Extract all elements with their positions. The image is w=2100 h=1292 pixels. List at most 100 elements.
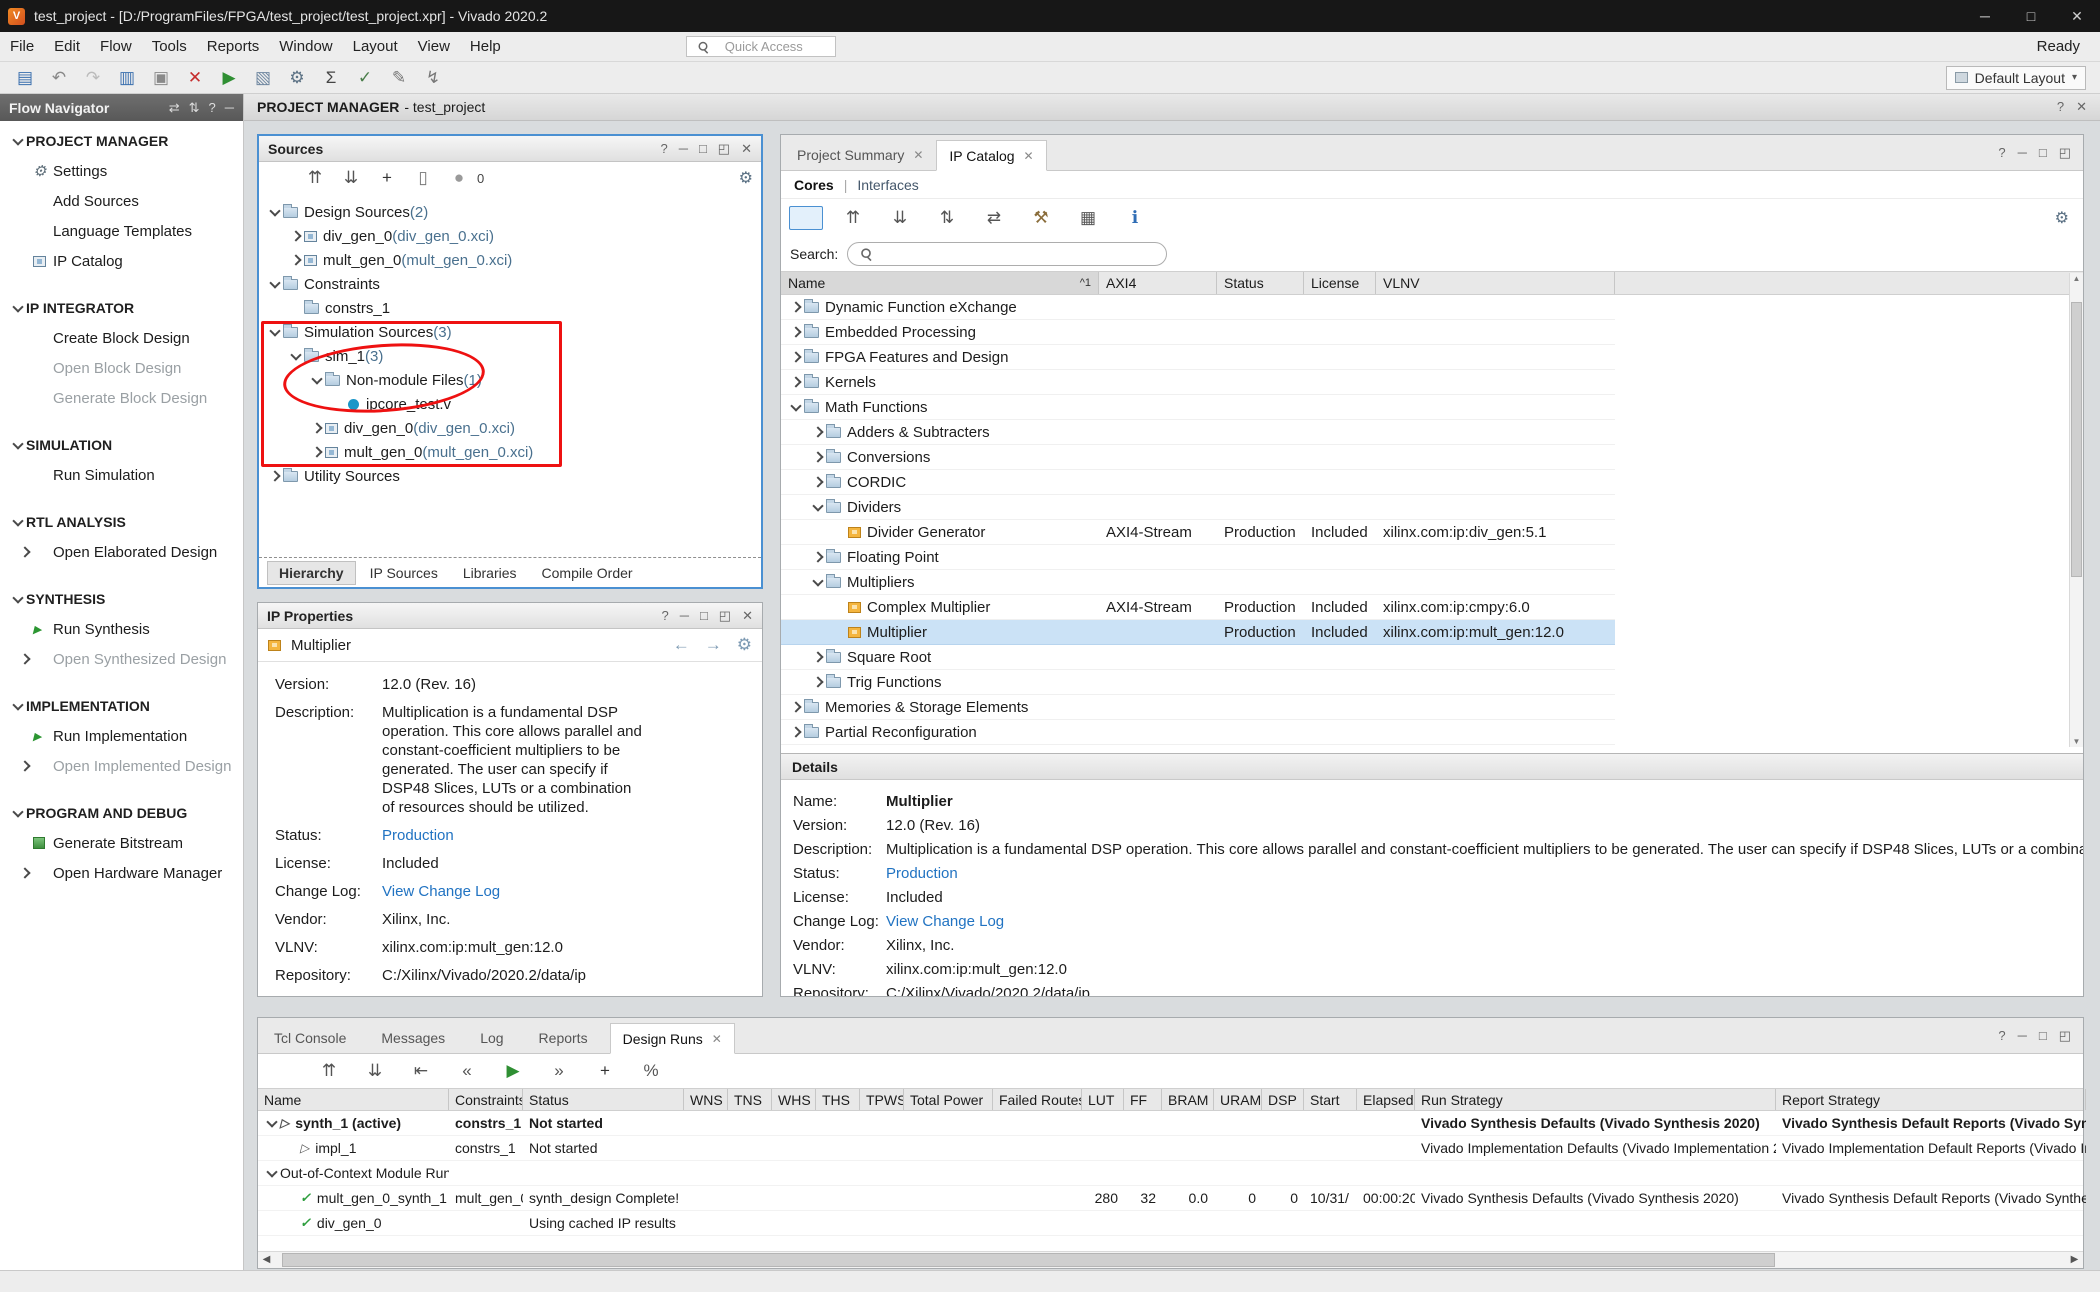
tree-twisty[interactable] — [832, 599, 848, 615]
source-tree-row[interactable]: constrs_1 — [259, 296, 761, 320]
column-header[interactable]: Status — [1217, 272, 1304, 294]
column-header[interactable]: DSP — [1262, 1089, 1304, 1110]
design-run-row[interactable]: Out-of-Context Module Runs — [258, 1161, 2083, 1186]
scrollbar-thumb[interactable] — [2071, 302, 2082, 577]
source-tree-row[interactable]: Constraints — [259, 272, 761, 296]
document-tab[interactable]: IP Catalog✕ — [936, 140, 1046, 171]
column-header[interactable]: Total Power — [904, 1089, 993, 1110]
tree-twisty[interactable] — [832, 524, 848, 540]
catalog-row[interactable]: Floating Point — [781, 545, 1615, 570]
quick-access-input[interactable]: Quick Access — [686, 36, 836, 57]
catalog-row[interactable]: Dividers — [781, 495, 1615, 520]
section-twisty[interactable] — [10, 591, 26, 607]
menu-item[interactable]: Layout — [343, 38, 408, 55]
tree-twisty[interactable] — [810, 549, 826, 565]
tree-twisty[interactable] — [832, 624, 848, 640]
section-twisty[interactable] — [10, 805, 26, 821]
section-twisty[interactable] — [17, 467, 33, 483]
column-header[interactable]: VLNV — [1376, 272, 1615, 294]
catalog-row[interactable]: Divider Generator AXI4-Stream Production… — [781, 520, 1615, 545]
ip-search-input[interactable] — [847, 242, 1167, 266]
tree-twisty[interactable] — [788, 299, 804, 315]
tree-twisty[interactable] — [810, 649, 826, 665]
sources-view-tab[interactable]: Hierarchy — [267, 561, 356, 585]
sources-view-tab[interactable]: Compile Order — [531, 562, 644, 584]
section-twisty[interactable] — [17, 253, 33, 269]
section-twisty[interactable] — [17, 651, 33, 667]
tree-twisty[interactable] — [788, 324, 804, 340]
section-twisty[interactable] — [17, 835, 33, 851]
column-header[interactable]: FF — [1124, 1089, 1162, 1110]
menu-item[interactable]: Help — [460, 38, 511, 55]
section-twisty[interactable] — [17, 621, 33, 637]
column-header[interactable]: AXI4 — [1099, 272, 1217, 294]
flow-nav-entry[interactable]: Open Hardware Manager — [0, 858, 243, 888]
section-twisty[interactable] — [17, 544, 33, 560]
flow-nav-entry[interactable]: RTL ANALYSIS — [0, 507, 243, 537]
catalog-row[interactable]: Kernels — [781, 370, 1615, 395]
column-header[interactable]: LUT — [1082, 1089, 1124, 1110]
section-twisty[interactable] — [17, 390, 33, 406]
catalog-row[interactable]: CORDIC — [781, 470, 1615, 495]
settings-gear-icon[interactable]: ⚙ — [2055, 208, 2069, 228]
section-twisty[interactable] — [17, 865, 33, 881]
section-twisty[interactable] — [10, 698, 26, 714]
menu-item[interactable]: Window — [269, 38, 342, 55]
scroll-left-arrow[interactable]: ◀ — [258, 1252, 275, 1268]
source-tree-row[interactable]: Simulation Sources (3) — [259, 320, 761, 344]
column-header[interactable]: Name^1 — [781, 272, 1099, 294]
property-value[interactable]: Production — [382, 826, 644, 845]
column-header[interactable]: Report Strategy — [1776, 1089, 2086, 1110]
column-header[interactable]: URAM — [1214, 1089, 1262, 1110]
design-run-row[interactable]: mult_gen_0_synth_1 mult_gen_0 synth_desi… — [258, 1186, 2083, 1211]
section-twisty[interactable] — [17, 193, 33, 209]
column-header[interactable]: WNS — [684, 1089, 728, 1110]
vertical-scrollbar[interactable]: ▲ ▼ — [2069, 273, 2083, 747]
tree-twisty[interactable] — [264, 1140, 280, 1156]
flow-nav-entry[interactable]: SIMULATION — [0, 430, 243, 460]
menu-item[interactable]: View — [408, 38, 460, 55]
tree-twisty[interactable] — [264, 1190, 280, 1206]
tree-twisty[interactable] — [288, 252, 304, 268]
column-header[interactable]: BRAM — [1162, 1089, 1214, 1110]
flow-nav-entry[interactable]: Generate Block Design — [0, 383, 243, 413]
source-tree-row[interactable]: mult_gen_0 (mult_gen_0.xci) — [259, 248, 761, 272]
sources-view-tab[interactable]: IP Sources — [359, 562, 449, 584]
flow-nav-entry[interactable]: Run Simulation — [0, 460, 243, 490]
column-header[interactable]: Name — [258, 1089, 449, 1110]
flow-nav-entry[interactable]: IP Catalog — [0, 246, 243, 276]
tree-twisty[interactable] — [788, 699, 804, 715]
menu-item[interactable]: Reports — [197, 38, 270, 55]
tree-twisty[interactable] — [309, 372, 325, 388]
column-header[interactable]: Failed Routes — [993, 1089, 1082, 1110]
detail-value[interactable]: Production — [886, 865, 958, 882]
flow-nav-entry[interactable]: Language Templates — [0, 216, 243, 246]
tree-twisty[interactable] — [810, 674, 826, 690]
flow-nav-entry[interactable]: Create Block Design — [0, 323, 243, 353]
section-twisty[interactable] — [10, 514, 26, 530]
source-tree-row[interactable]: ipcore_test.v — [259, 392, 761, 416]
design-run-row[interactable]: div_gen_0 Using cached IP results — [258, 1211, 2083, 1236]
close-icon[interactable]: ✕ — [913, 148, 923, 162]
flow-nav-entry[interactable]: Add Sources — [0, 186, 243, 216]
results-tab[interactable]: Reports — [526, 1022, 610, 1053]
column-header[interactable]: Run Strategy — [1415, 1089, 1776, 1110]
results-tab[interactable]: Messages — [368, 1022, 467, 1053]
source-tree-row[interactable]: Utility Sources — [259, 464, 761, 488]
tree-twisty[interactable] — [810, 499, 826, 515]
source-tree-row[interactable]: Design Sources (2) — [259, 200, 761, 224]
section-twisty[interactable] — [10, 133, 26, 149]
horizontal-scrollbar[interactable]: ◀ ▶ — [258, 1251, 2083, 1268]
close-icon[interactable]: ✕ — [1024, 149, 1034, 163]
catalog-row[interactable]: Square Root — [781, 645, 1615, 670]
section-twisty[interactable] — [17, 223, 33, 239]
flow-nav-entry[interactable]: SYNTHESIS — [0, 584, 243, 614]
tree-twisty[interactable] — [810, 424, 826, 440]
tree-twisty[interactable] — [264, 1165, 280, 1181]
catalog-row[interactable]: Adders & Subtracters — [781, 420, 1615, 445]
section-twisty[interactable] — [17, 758, 33, 774]
design-run-row[interactable]: synth_1 (active) constrs_1 Not started — [258, 1111, 2083, 1136]
tree-twisty[interactable] — [264, 1115, 280, 1131]
tree-twisty[interactable] — [810, 474, 826, 490]
section-twisty[interactable] — [17, 728, 33, 744]
